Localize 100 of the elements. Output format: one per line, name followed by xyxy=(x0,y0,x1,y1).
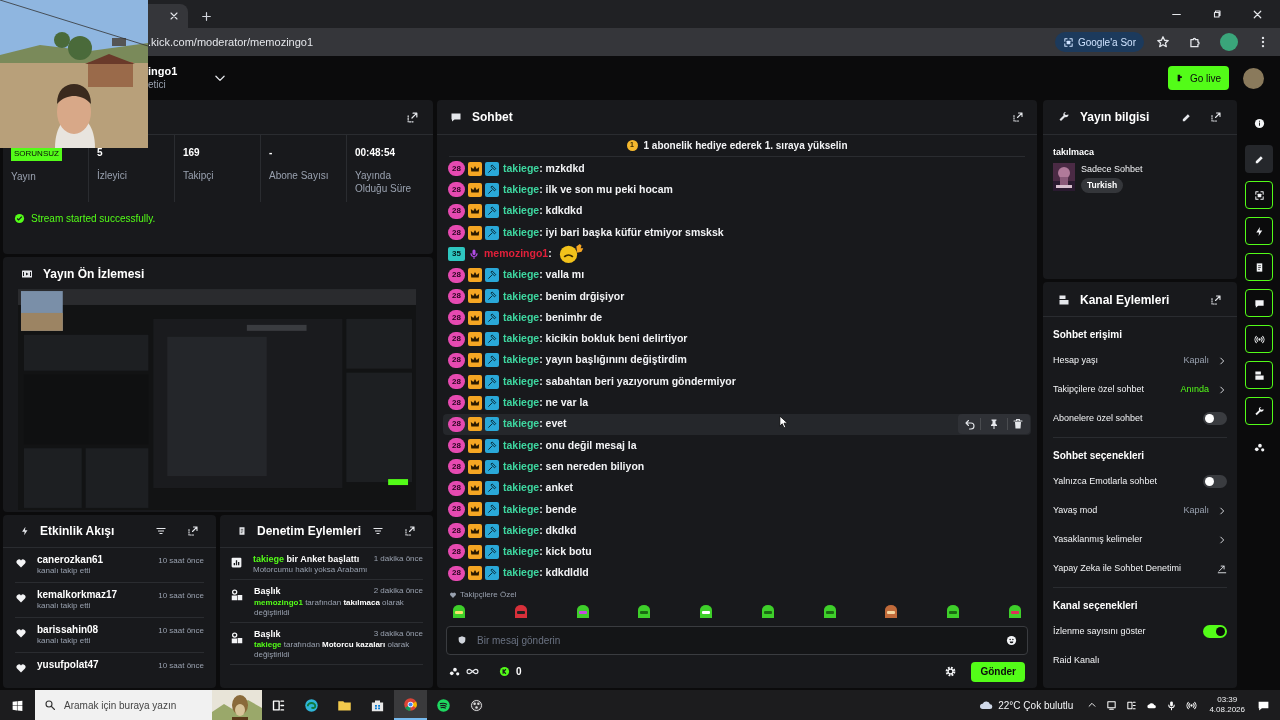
emote-icon[interactable] xyxy=(636,603,653,620)
rail-button[interactable] xyxy=(1245,181,1273,209)
setting-label: Abonelere özel sohbet xyxy=(1053,411,1144,425)
setting-value[interactable]: Kapalı xyxy=(1183,353,1209,368)
setting-value[interactable]: Anında xyxy=(1180,382,1209,397)
ask-google-button[interactable]: Google'a Sor xyxy=(1054,32,1144,52)
emote-icon[interactable] xyxy=(698,603,715,620)
hovered-message-row[interactable]: 28 takiege: evet xyxy=(443,413,1031,435)
sword-icon xyxy=(485,182,499,197)
taskbar-search-field[interactable]: Aramak için buraya yazın xyxy=(35,690,262,720)
toggle-switch[interactable] xyxy=(1203,412,1227,425)
chevron-right-icon[interactable] xyxy=(1217,505,1227,516)
emote-icon[interactable] xyxy=(883,603,900,620)
go-live-button[interactable]: Go live xyxy=(1167,66,1229,90)
rail-button[interactable] xyxy=(1245,325,1273,353)
chevron-right-icon[interactable] xyxy=(1217,355,1227,366)
search-placeholder: Aramak için buraya yazın xyxy=(64,698,178,713)
shield-icon xyxy=(457,635,467,646)
tray-app-icon[interactable] xyxy=(1126,699,1138,711)
moderation-entry: memozingo1 tarafından takılmaca olarak değiştirildi xyxy=(254,597,405,618)
stat-value: 00:48:54 xyxy=(355,146,397,160)
external-link-icon[interactable] xyxy=(1217,563,1227,574)
channel-role: etici xyxy=(148,78,167,92)
settings-icon[interactable] xyxy=(944,665,958,679)
rail-button[interactable] xyxy=(1245,253,1273,281)
card-title: Kanal Eylemleri xyxy=(1080,292,1171,309)
popout-icon[interactable] xyxy=(1012,111,1024,123)
emoji-icon[interactable] xyxy=(1006,634,1017,646)
weather-text: 22°C Çok bulutlu xyxy=(998,698,1074,713)
tray-chevron-icon[interactable] xyxy=(1087,700,1098,710)
heart-icon xyxy=(15,661,27,674)
popout-icon[interactable] xyxy=(1210,294,1222,306)
profile-icon[interactable] xyxy=(1220,33,1238,51)
emote-icon[interactable] xyxy=(1006,603,1023,620)
taskbar-app-button[interactable] xyxy=(394,690,427,720)
entry-heading: Başlık xyxy=(254,586,281,598)
crown-icon xyxy=(468,523,482,538)
toggle-switch[interactable] xyxy=(1203,625,1227,638)
windows-start-icon[interactable] xyxy=(11,698,24,712)
emote-icon[interactable] xyxy=(451,603,467,620)
sword-icon xyxy=(485,438,499,453)
rail-button[interactable] xyxy=(1245,145,1273,173)
chevron-right-icon[interactable] xyxy=(1217,384,1227,395)
microphone-icon[interactable] xyxy=(1166,699,1178,711)
close-tab-icon[interactable] xyxy=(168,10,180,22)
rail-button[interactable] xyxy=(1245,397,1273,425)
chat-message: takiege: benim drğişiyor xyxy=(503,288,625,304)
chat-input-bar[interactable]: Bir mesaj gönderin xyxy=(446,625,1028,655)
extensions-icon[interactable] xyxy=(1188,35,1202,49)
emote-icon[interactable] xyxy=(574,603,591,620)
rail-button[interactable] xyxy=(1245,289,1273,317)
subscriber-badge: 28 xyxy=(448,501,465,517)
section-heading: Sohbet seçenekleri xyxy=(1053,449,1146,463)
popout-icon[interactable] xyxy=(404,525,416,537)
avatar-icon[interactable] xyxy=(1243,67,1264,89)
popout-icon[interactable] xyxy=(406,110,419,124)
reply-icon[interactable] xyxy=(964,418,976,431)
community-icon[interactable] xyxy=(449,666,460,678)
browser-icon xyxy=(403,696,418,712)
new-tab-icon[interactable] xyxy=(200,9,213,23)
mouse-cursor-icon xyxy=(777,414,791,430)
volume-icon[interactable] xyxy=(1186,699,1198,711)
panel-icon xyxy=(1253,369,1265,381)
emote-icon[interactable] xyxy=(945,603,962,620)
crown-icon xyxy=(468,459,482,474)
subscriber-badge: 28 xyxy=(448,267,465,283)
delete-icon[interactable] xyxy=(1012,418,1024,431)
setting-label: Yavaş mod xyxy=(1053,503,1099,517)
popout-icon[interactable] xyxy=(1210,111,1222,123)
popout-icon[interactable] xyxy=(187,524,199,537)
chevron-right-icon[interactable] xyxy=(1217,534,1227,545)
stat-label: Yayın xyxy=(11,171,37,184)
pin-icon[interactable] xyxy=(988,418,1000,431)
rail-button[interactable] xyxy=(1245,217,1273,245)
crown-icon xyxy=(468,161,482,176)
emote-icon[interactable] xyxy=(759,603,776,620)
rail-button[interactable] xyxy=(1245,361,1273,389)
send-button[interactable]: Gönder xyxy=(971,661,1025,682)
sword-icon xyxy=(485,332,499,346)
event-time: 3 dakika önce xyxy=(373,628,423,640)
filter-icon[interactable] xyxy=(372,525,384,537)
toggle-switch[interactable] xyxy=(1203,475,1227,488)
sword-icon xyxy=(485,523,499,538)
tray-app-icon[interactable] xyxy=(1106,699,1118,711)
subscriber-badge: 28 xyxy=(448,203,465,219)
panel-icon xyxy=(1058,294,1070,306)
clock-time[interactable]: 03:39 xyxy=(1217,695,1238,705)
message-input[interactable]: Bir mesaj gönderin xyxy=(477,632,996,648)
setting-value[interactable]: Kapalı xyxy=(1183,503,1209,518)
restore-icon[interactable] xyxy=(1211,8,1223,20)
crown-icon xyxy=(468,353,482,368)
crown-icon xyxy=(468,481,482,496)
bookmark-star-icon[interactable] xyxy=(1156,35,1170,49)
sword-icon xyxy=(485,310,499,325)
username: barissahin08 xyxy=(37,623,100,637)
clock-date[interactable]: 4.08.2026 xyxy=(1209,705,1245,715)
emote-icon[interactable] xyxy=(821,603,838,620)
url-text[interactable]: .kick.com/moderator/memozingo1 xyxy=(148,33,314,51)
subscriber-badge: 28 xyxy=(448,352,465,368)
moderation-entry: takiege bir Anket başlattı xyxy=(253,554,360,566)
